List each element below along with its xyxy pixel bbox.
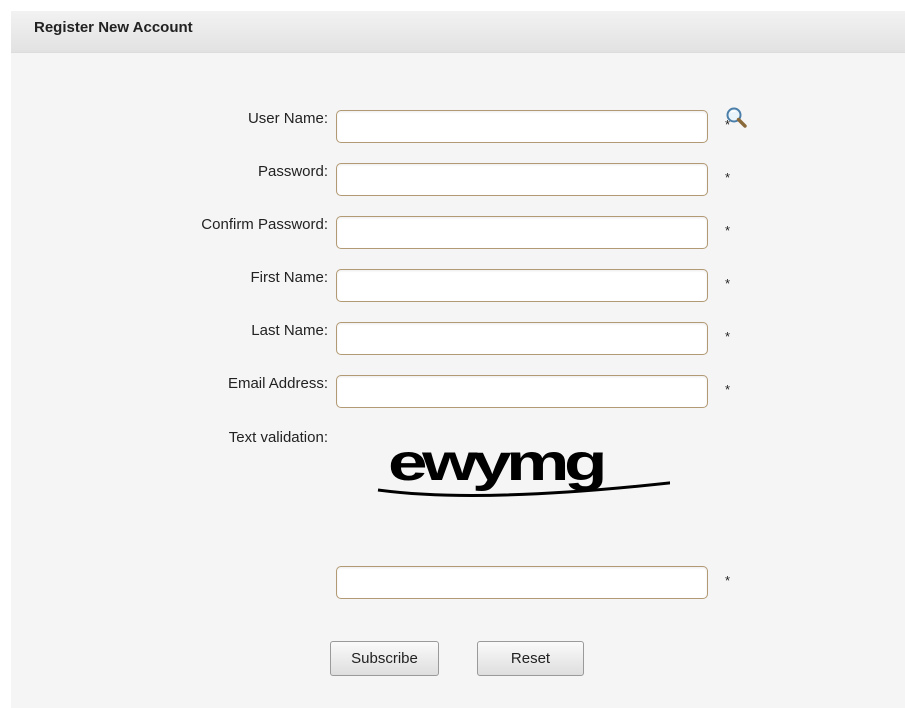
panel-title: Register New Account [34, 19, 193, 36]
subscribe-button[interactable]: Subscribe [330, 641, 439, 676]
password-field[interactable] [336, 163, 708, 196]
username-label: User Name: [247, 110, 328, 127]
svg-text:ewymg: ewymg [388, 434, 604, 492]
captcha-label: Text validation: [228, 429, 328, 446]
email-field[interactable] [336, 375, 708, 408]
password-required-marker: * [725, 170, 731, 185]
username-field[interactable] [336, 110, 708, 143]
email-label: Email Address: [227, 375, 328, 392]
last-name-field[interactable] [336, 322, 708, 355]
magnifier-icon[interactable] [723, 104, 749, 130]
confirm-password-label: Confirm Password: [201, 216, 328, 233]
password-label: Password: [257, 163, 328, 180]
last-name-required-marker: * [725, 329, 731, 344]
confirm-password-field[interactable] [336, 216, 708, 249]
first-name-required-marker: * [725, 276, 731, 291]
panel-header: Register New Account [11, 11, 905, 53]
email-required-marker: * [725, 382, 731, 397]
first-name-field[interactable] [336, 269, 708, 302]
first-name-label: First Name: [250, 269, 328, 286]
captcha-input[interactable] [336, 566, 708, 599]
captcha-required-marker: * [725, 573, 731, 588]
captcha-image: ewymg [360, 420, 679, 506]
confirm-password-required-marker: * [725, 223, 731, 238]
reset-button[interactable]: Reset [477, 641, 584, 676]
last-name-label: Last Name: [251, 322, 328, 339]
